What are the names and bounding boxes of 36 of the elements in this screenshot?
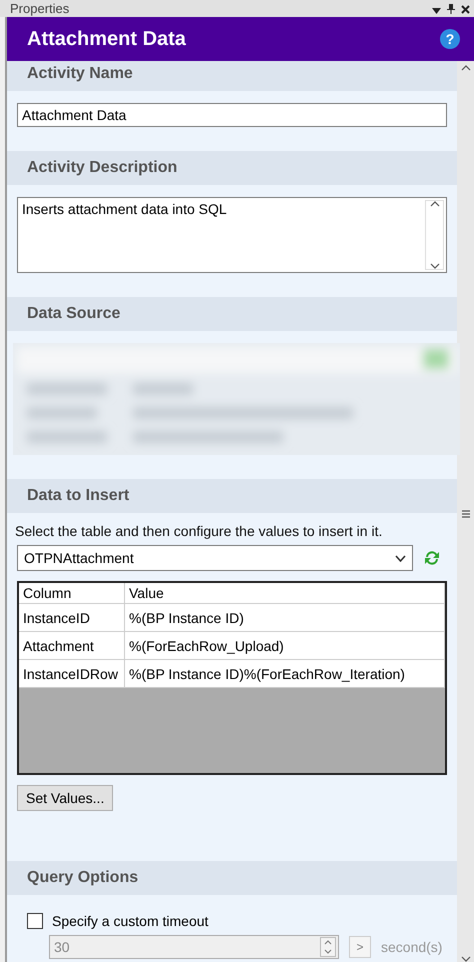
section-header: Activity Description [7, 151, 457, 185]
column-header[interactable]: Column [19, 583, 125, 603]
checkbox[interactable] [27, 913, 43, 929]
scroll-down-icon[interactable] [460, 956, 470, 962]
section-header: Query Options [7, 861, 457, 895]
description-field[interactable]: Inserts attachment data into SQL [17, 197, 447, 273]
caret-icon [395, 554, 406, 562]
set-values-button[interactable]: Set Values... [17, 785, 114, 811]
grip-icon[interactable] [460, 508, 470, 518]
scroll-up-icon[interactable] [430, 201, 440, 207]
activity-name-field[interactable]: Attachment Data [17, 103, 447, 127]
dropdown-icon[interactable] [432, 8, 441, 14]
table-cell: Attachment [19, 632, 125, 659]
banner-title: Attachment Data [27, 28, 186, 50]
table-cell: %(BP Instance ID)%(ForEachRow_Iteration) [125, 660, 445, 687]
table-dropdown[interactable]: OTPNAttachment [17, 545, 413, 571]
unit-label: second(s) [381, 939, 442, 955]
table-cell: InstanceID [19, 604, 125, 631]
scroll-up-icon[interactable] [460, 65, 470, 71]
table-cell: InstanceIDRow [19, 660, 125, 687]
close-icon[interactable] [461, 4, 470, 14]
scroll-down-icon[interactable] [430, 263, 440, 269]
help-icon[interactable]: ? [440, 29, 460, 49]
arrow-button[interactable]: > [349, 936, 371, 958]
column-header[interactable]: Value [125, 583, 445, 603]
checkbox-label: Specify a custom timeout [52, 913, 208, 929]
pin-icon[interactable] [447, 4, 455, 14]
table-cell: %(ForEachRow_Upload) [125, 632, 445, 659]
section-header: Data Source [7, 297, 457, 331]
spinner-icon[interactable] [320, 937, 336, 957]
table-cell: %(BP Instance ID) [125, 604, 445, 631]
refresh-icon[interactable] [423, 549, 441, 567]
instruction-text: Select the table and then configure the values to insert in it. [15, 523, 384, 539]
panel-title: Properties [10, 0, 70, 16]
section-header: Data to Insert [7, 479, 457, 513]
description-text: Inserts attachment data into SQL [21, 200, 228, 219]
